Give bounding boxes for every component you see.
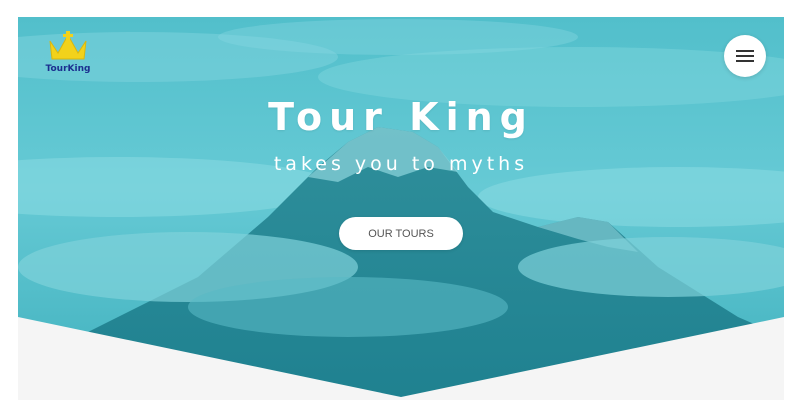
hero-subtitle: takes you to myths: [273, 153, 529, 175]
hamburger-menu-icon: [736, 60, 754, 62]
logo-text: TourKing: [45, 64, 91, 74]
hero-title: Tour King: [268, 95, 534, 139]
our-tours-button[interactable]: OUR TOURS: [339, 217, 463, 250]
menu-button[interactable]: [724, 35, 766, 77]
hamburger-menu-icon: [736, 55, 754, 57]
hero-mountain-background: [18, 17, 784, 400]
crown-icon: [49, 31, 87, 60]
logo[interactable]: TourKing: [42, 31, 94, 77]
hamburger-menu-icon: [736, 50, 754, 52]
hero-section: TourKing Tour King takes you to myths OU…: [18, 17, 784, 400]
